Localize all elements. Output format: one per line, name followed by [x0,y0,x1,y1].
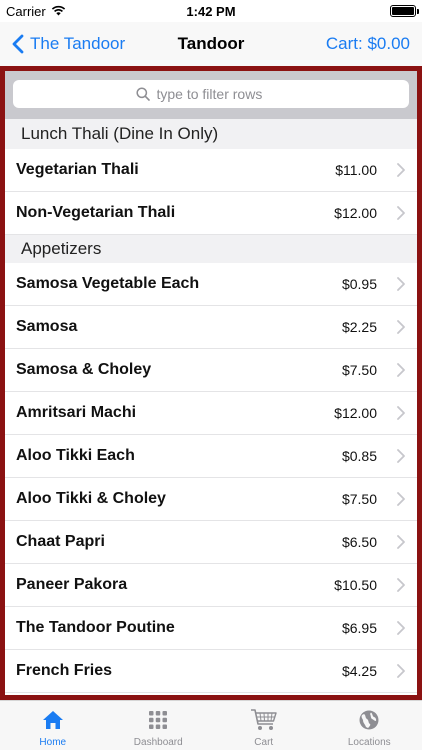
tab-dashboard-label: Dashboard [133,737,183,748]
tab-cart[interactable]: Cart [211,701,317,750]
navigation-bar: The Tandoor Tandoor Cart: $0.00 [0,22,422,66]
battery-fill [392,7,414,15]
battery-icon [390,5,419,17]
chevron-right-icon [397,621,405,635]
item-name: Vegetarian Thali [16,161,139,178]
chevron-right-icon [397,664,405,678]
item-name: Samosa & Choley [16,361,152,378]
item-price: $4.25 [341,663,377,679]
tab-locations[interactable]: Locations [317,701,422,750]
list-item[interactable]: The Tandoor Poutine $6.95 [5,607,417,650]
tab-dashboard[interactable]: Dashboard [106,701,212,750]
list-item[interactable]: Amritsari Machi $12.00 [5,392,417,435]
tab-bar: Home Dashboard Cart Locations [0,700,422,750]
globe-icon [358,706,380,734]
item-price: $6.50 [341,534,377,550]
item-name: Samosa [16,318,78,335]
tab-home[interactable]: Home [0,701,106,750]
chevron-right-icon [397,449,405,463]
wifi-icon [51,4,66,19]
carrier-label: Carrier [6,3,46,19]
list-item[interactable]: Chaat Papri $6.50 [5,521,417,564]
search-icon [135,87,150,101]
item-name: Paneer Pakora [16,576,128,593]
back-button-label: The Tandoor [30,34,126,53]
search-bar [5,71,417,119]
item-price: $11.00 [335,162,377,178]
chevron-right-icon [397,535,405,549]
list-item[interactable]: Samosa Vegetable Each $0.95 [5,263,417,306]
item-name: Aloo Tikki & Choley [16,490,166,507]
cart-total-button[interactable]: Cart: $0.00 [326,34,410,54]
list-item[interactable]: Non-Vegetarian Thali $12.00 [5,192,417,235]
chevron-right-icon [397,277,405,291]
item-price: $7.50 [341,491,377,507]
tab-locations-label: Locations [347,737,391,748]
item-name: The Tandoor Poutine [16,619,175,636]
list-item[interactable]: Samosa $2.25 [5,306,417,349]
status-left: Carrier [6,4,66,19]
status-bar: Carrier 1:42 PM [0,0,422,22]
cart-icon [250,706,278,734]
chevron-right-icon [397,363,405,377]
item-name: Non-Vegetarian Thali [16,204,176,221]
tab-home-label: Home [39,737,67,748]
chevron-right-icon [397,206,405,220]
item-price: $6.95 [341,620,377,636]
chevron-left-icon [12,34,24,54]
item-name: Samosa Vegetable Each [16,275,200,292]
list-item[interactable]: Aloo Tikki & Choley $7.50 [5,478,417,521]
item-name: Chaat Papri [16,533,105,550]
back-button[interactable]: The Tandoor [12,34,125,54]
chevron-right-icon [397,578,405,592]
item-price: $2.25 [341,319,377,335]
tab-cart-label: Cart [254,737,274,748]
list-item[interactable]: French Fries $4.25 [5,650,417,693]
item-name: Amritsari Machi [16,404,137,421]
item-price: $0.95 [341,276,377,292]
grid-icon [148,706,168,734]
chevron-right-icon [397,492,405,506]
item-name: Aloo Tikki Each [16,447,135,464]
list-item[interactable]: Aloo Tikki Each $0.85 [5,435,417,478]
chevron-right-icon [397,320,405,334]
item-price: $0.85 [341,448,377,464]
chevron-right-icon [397,163,405,177]
list-item[interactable]: Paneer Pakora $10.50 [5,564,417,607]
section-header-lunch-thali: Lunch Thali (Dine In Only) [5,119,417,149]
chevron-right-icon [397,406,405,420]
section-header-appetizers: Appetizers [5,235,417,263]
item-price: $10.50 [334,577,377,593]
item-price: $7.50 [341,362,377,378]
list-item[interactable]: Samosa & Choley $7.50 [5,349,417,392]
menu-list-frame: Lunch Thali (Dine In Only) Vegetarian Th… [0,66,422,700]
item-price: $12.00 [334,205,377,221]
item-price: $12.00 [334,405,377,421]
home-icon [42,706,64,734]
item-name: French Fries [16,662,113,679]
search-field[interactable] [13,80,409,108]
search-input[interactable] [156,86,287,102]
list-item[interactable]: Vegetarian Thali $11.00 [5,149,417,192]
